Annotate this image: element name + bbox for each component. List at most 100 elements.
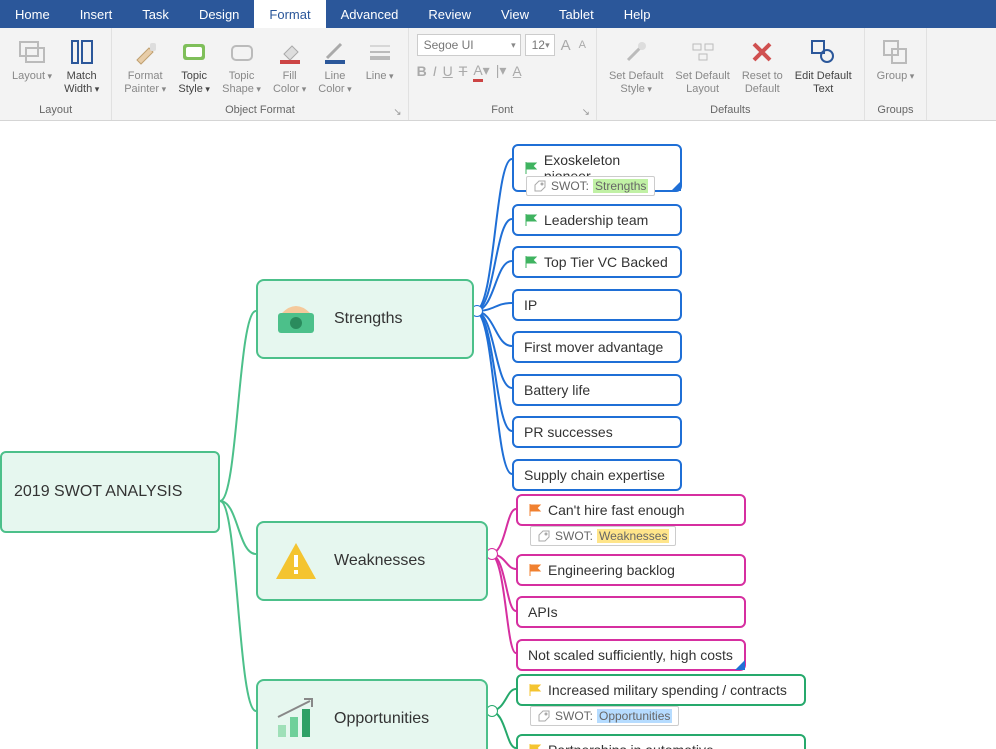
highlight-button[interactable]: |▾ xyxy=(496,62,507,79)
set-default-layout-button[interactable]: Set Default Layout xyxy=(669,32,735,100)
line-button[interactable]: Line xyxy=(358,32,402,87)
ribbon-group-defaults: Set Default Style Set Default Layout Res… xyxy=(597,28,865,120)
edit-default-text-icon xyxy=(807,36,839,68)
object-format-dialog-launcher[interactable]: ↘ xyxy=(393,107,401,118)
tab-advanced[interactable]: Advanced xyxy=(326,0,414,28)
tag-icon xyxy=(537,709,551,723)
edit-default-text-button[interactable]: Edit Default Text xyxy=(789,32,858,100)
fill-color-button[interactable]: Fill Color xyxy=(267,32,312,100)
underline-button[interactable]: U xyxy=(443,63,453,79)
match-width-button-label: Match Width xyxy=(64,70,99,96)
layout-button[interactable]: Layout xyxy=(6,32,58,87)
bold-button[interactable]: B xyxy=(417,63,427,79)
set-default-style-label: Set Default Style xyxy=(609,70,663,96)
flag-orange-icon xyxy=(528,503,542,517)
reset-to-default-button[interactable]: Reset to Default xyxy=(736,32,789,100)
strikethrough-button[interactable]: T xyxy=(459,63,468,79)
leaf-first-mover[interactable]: First mover advantage xyxy=(512,331,682,363)
tag-icon xyxy=(537,529,551,543)
leaf-automotive-partnerships[interactable]: Partnerships in automotive xyxy=(516,734,806,749)
flag-green-icon xyxy=(524,255,538,269)
tab-task[interactable]: Task xyxy=(127,0,184,28)
tab-help[interactable]: Help xyxy=(609,0,666,28)
leaf-label: Can't hire fast enough xyxy=(548,502,685,518)
leaf-not-scaled[interactable]: Not scaled sufficiently, high costs xyxy=(516,639,746,671)
layout-button-label: Layout xyxy=(12,70,52,83)
font-size-combo[interactable]: 12 xyxy=(525,34,555,56)
ribbon-group-label-layout: Layout xyxy=(4,102,107,120)
grow-font-button[interactable]: A xyxy=(559,37,573,54)
font-group-text: Font xyxy=(491,104,513,116)
paint-bucket-icon xyxy=(274,36,306,68)
root-topic[interactable]: 2019 SWOT ANALYSIS xyxy=(0,451,220,533)
dogear-icon xyxy=(735,660,745,670)
topic-shape-icon xyxy=(226,36,258,68)
edit-default-text-label: Edit Default Text xyxy=(795,70,852,96)
leaf-military-spending[interactable]: Increased military spending / contracts xyxy=(516,674,806,706)
leaf-label: Engineering backlog xyxy=(548,562,675,578)
ribbon-group-label-defaults: Defaults xyxy=(601,102,860,120)
set-default-layout-label: Set Default Layout xyxy=(675,70,729,96)
leaf-label: Not scaled sufficiently, high costs xyxy=(528,647,733,663)
leaf-apis[interactable]: APIs xyxy=(516,596,746,628)
leaf-battery-life[interactable]: Battery life xyxy=(512,374,682,406)
swot-tag-strengths[interactable]: SWOT: Strengths xyxy=(526,176,655,196)
tab-home[interactable]: Home xyxy=(0,0,65,28)
group-icon xyxy=(879,36,911,68)
font-color-button[interactable]: A▾ xyxy=(473,62,489,79)
branch-strengths[interactable]: Strengths xyxy=(256,279,474,359)
mindmap-canvas[interactable]: 2019 SWOT ANALYSIS Strengths Exoskeleton… xyxy=(0,121,996,749)
topic-shape-label: Topic Shape xyxy=(222,70,261,96)
shrink-font-button[interactable]: A xyxy=(577,39,588,51)
reset-to-default-label: Reset to Default xyxy=(742,70,783,96)
branch-weaknesses[interactable]: Weaknesses xyxy=(256,521,488,601)
leaf-vc-backed[interactable]: Top Tier VC Backed xyxy=(512,246,682,278)
leaf-label: Battery life xyxy=(524,382,590,398)
swot-tag-opportunities[interactable]: SWOT: Opportunities xyxy=(530,706,679,726)
ribbon-group-label-font: Font ↘ xyxy=(413,102,592,120)
topic-style-label: Topic Style xyxy=(178,70,210,96)
default-layout-icon xyxy=(687,36,719,68)
growth-chart-icon xyxy=(272,695,320,743)
format-painter-button[interactable]: Format Painter xyxy=(118,32,172,100)
layout-icon xyxy=(16,36,48,68)
tag-prefix: SWOT: xyxy=(551,179,589,193)
group-button-label: Group xyxy=(877,70,915,83)
object-format-group-text: Object Format xyxy=(225,104,295,116)
topic-shape-button[interactable]: Topic Shape xyxy=(216,32,267,100)
leaf-label: Top Tier VC Backed xyxy=(544,254,668,270)
branch-opportunities[interactable]: Opportunities xyxy=(256,679,488,749)
tab-view[interactable]: View xyxy=(486,0,544,28)
swot-tag-weaknesses[interactable]: SWOT: Weaknesses xyxy=(530,526,676,546)
tab-review[interactable]: Review xyxy=(413,0,486,28)
leaf-label: Supply chain expertise xyxy=(524,467,665,483)
italic-button[interactable]: I xyxy=(433,63,437,79)
match-width-icon xyxy=(66,36,98,68)
pen-icon xyxy=(319,36,351,68)
line-color-button[interactable]: Line Color xyxy=(312,32,357,100)
tab-design[interactable]: Design xyxy=(184,0,254,28)
leaf-pr-successes[interactable]: PR successes xyxy=(512,416,682,448)
leaf-cant-hire[interactable]: Can't hire fast enough xyxy=(516,494,746,526)
leaf-ip[interactable]: IP xyxy=(512,289,682,321)
group-button[interactable]: Group xyxy=(871,32,921,87)
topic-style-button[interactable]: Topic Style xyxy=(172,32,216,100)
tab-format[interactable]: Format xyxy=(254,0,325,28)
font-dialog-launcher[interactable]: ↘ xyxy=(582,107,590,118)
set-default-style-button[interactable]: Set Default Style xyxy=(603,32,669,100)
leaf-supply-chain[interactable]: Supply chain expertise xyxy=(512,459,682,491)
tab-tablet[interactable]: Tablet xyxy=(544,0,609,28)
leaf-label: APIs xyxy=(528,604,558,620)
leaf-leadership-team[interactable]: Leadership team xyxy=(512,204,682,236)
font-name-combo[interactable]: Segoe UI xyxy=(417,34,521,56)
ribbon-group-label-groups: Groups xyxy=(869,102,923,120)
money-icon xyxy=(272,295,320,343)
tab-insert[interactable]: Insert xyxy=(65,0,128,28)
flag-green-icon xyxy=(524,161,538,175)
leaf-engineering-backlog[interactable]: Engineering backlog xyxy=(516,554,746,586)
clear-format-button[interactable]: A̲ xyxy=(512,63,521,79)
flag-orange-icon xyxy=(528,563,542,577)
flag-green-icon xyxy=(524,213,538,227)
fill-color-label: Fill Color xyxy=(273,70,306,96)
match-width-button[interactable]: Match Width xyxy=(58,32,105,100)
